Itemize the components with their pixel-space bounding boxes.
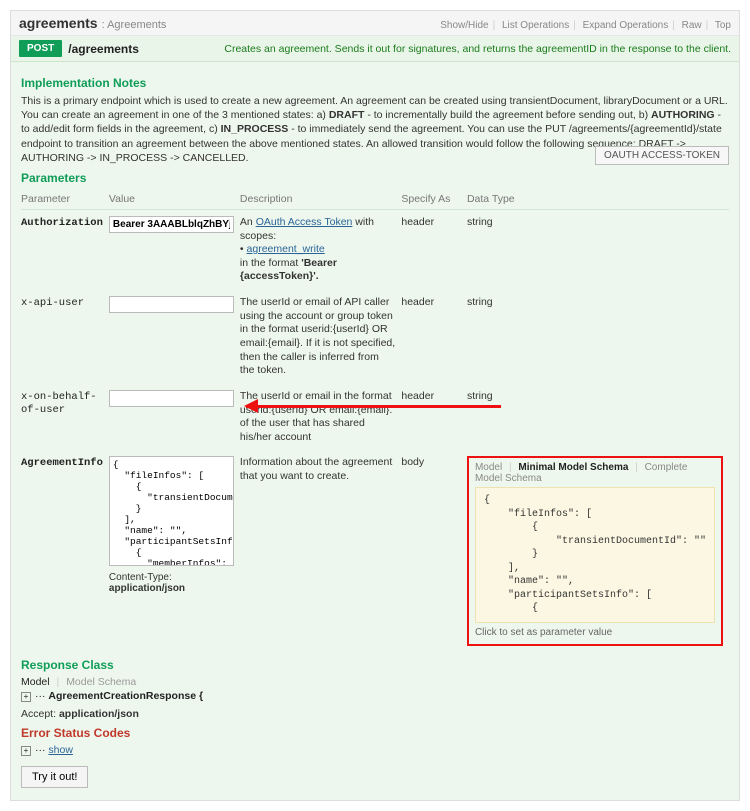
showhide-link[interactable]: Show/Hide	[440, 20, 488, 31]
top-link[interactable]: Top	[715, 20, 731, 31]
content-type-label: Content-Type: application/json	[109, 572, 234, 594]
response-class-line: +··· AgreementCreationResponse {	[21, 690, 729, 702]
response-heading: Response Class	[21, 658, 729, 672]
col-value: Value	[109, 189, 240, 210]
parameters-table: Parameter Value Description Specify As D…	[21, 189, 729, 652]
operation-bar[interactable]: POST /agreements Creates an agreement. S…	[11, 36, 739, 62]
errors-heading: Error Status Codes	[21, 726, 729, 740]
expand-toggle-icon[interactable]: +	[21, 692, 31, 702]
response-tabs: Model | Model Schema	[21, 676, 729, 688]
param-desc: An OAuth Access Token with scopes: • agr…	[240, 209, 401, 290]
scope-link[interactable]: agreement_write	[247, 243, 325, 255]
model-hint[interactable]: Click to set as parameter value	[475, 627, 715, 638]
col-specify: Specify As	[401, 189, 467, 210]
errors-line: +··· show	[21, 744, 729, 756]
resource-title[interactable]: agreements	[19, 15, 98, 31]
param-specify: body	[401, 450, 467, 652]
header-links: Show/Hide| List Operations| Expand Opera…	[440, 20, 731, 31]
table-row: x-on-behalf-of-user The userId or email …	[21, 384, 729, 451]
param-type: string	[467, 384, 729, 451]
x-on-behalf-input[interactable]	[109, 390, 234, 407]
response-schema-tab[interactable]: Model Schema	[66, 676, 136, 688]
method-badge: POST	[19, 40, 62, 57]
table-row: Authorization An OAuth Access Token with…	[21, 209, 729, 290]
op-summary: Creates an agreement. Sends it out for s…	[224, 43, 731, 55]
oauth-token-link[interactable]: OAuth Access Token	[256, 216, 353, 228]
col-description: Description	[240, 189, 401, 210]
op-path[interactable]: /agreements	[68, 42, 139, 56]
notes-heading: Implementation Notes	[21, 76, 729, 90]
param-specify: header	[401, 384, 467, 451]
param-specify: header	[401, 290, 467, 384]
model-schema-pre[interactable]: { "fileInfos": [ { "transientDocumentId"…	[475, 487, 715, 623]
expand-toggle-icon[interactable]: +	[21, 746, 31, 756]
try-it-out-button[interactable]: Try it out!	[21, 766, 88, 788]
param-type: string	[467, 209, 729, 290]
x-api-user-input[interactable]	[109, 296, 234, 313]
agreementinfo-textarea[interactable]	[109, 456, 234, 566]
show-link[interactable]: show	[48, 744, 73, 756]
param-specify: header	[401, 209, 467, 290]
param-desc: Information about the agreement that you…	[240, 450, 401, 652]
resource-subtitle: : Agreements	[102, 19, 167, 31]
response-model-tab[interactable]: Model	[21, 676, 50, 688]
resource-header: agreements : Agreements Show/Hide| List …	[11, 11, 739, 36]
param-name: x-api-user	[21, 297, 84, 309]
col-datatype: Data Type	[467, 189, 729, 210]
param-name: Authorization	[21, 217, 103, 229]
col-parameter: Parameter	[21, 189, 109, 210]
list-ops-link[interactable]: List Operations	[502, 20, 569, 31]
parameters-heading: Parameters	[21, 171, 729, 185]
accept-line: Accept: application/json	[21, 708, 729, 720]
param-desc: The userId or email of API caller using …	[240, 290, 401, 384]
table-row: AgreementInfo Content-Type: application/…	[21, 450, 729, 652]
table-row: x-api-user The userId or email of API ca…	[21, 290, 729, 384]
expand-ops-link[interactable]: Expand Operations	[583, 20, 669, 31]
tab-model[interactable]: Model	[475, 462, 502, 473]
raw-link[interactable]: Raw	[682, 20, 702, 31]
param-name: x-on-behalf-of-user	[21, 391, 97, 416]
param-desc: The userId or email in the format userid…	[240, 384, 401, 451]
model-schema-box: Model | Minimal Model Schema | Complete …	[467, 456, 723, 646]
tab-minimal-schema[interactable]: Minimal Model Schema	[518, 462, 628, 473]
authorization-input[interactable]	[109, 216, 234, 233]
param-type: string	[467, 290, 729, 384]
operation-panel: Implementation Notes This is a primary e…	[11, 62, 739, 800]
param-name: AgreementInfo	[21, 457, 103, 469]
oauth-token-button[interactable]: OAUTH ACCESS-TOKEN	[595, 146, 729, 165]
